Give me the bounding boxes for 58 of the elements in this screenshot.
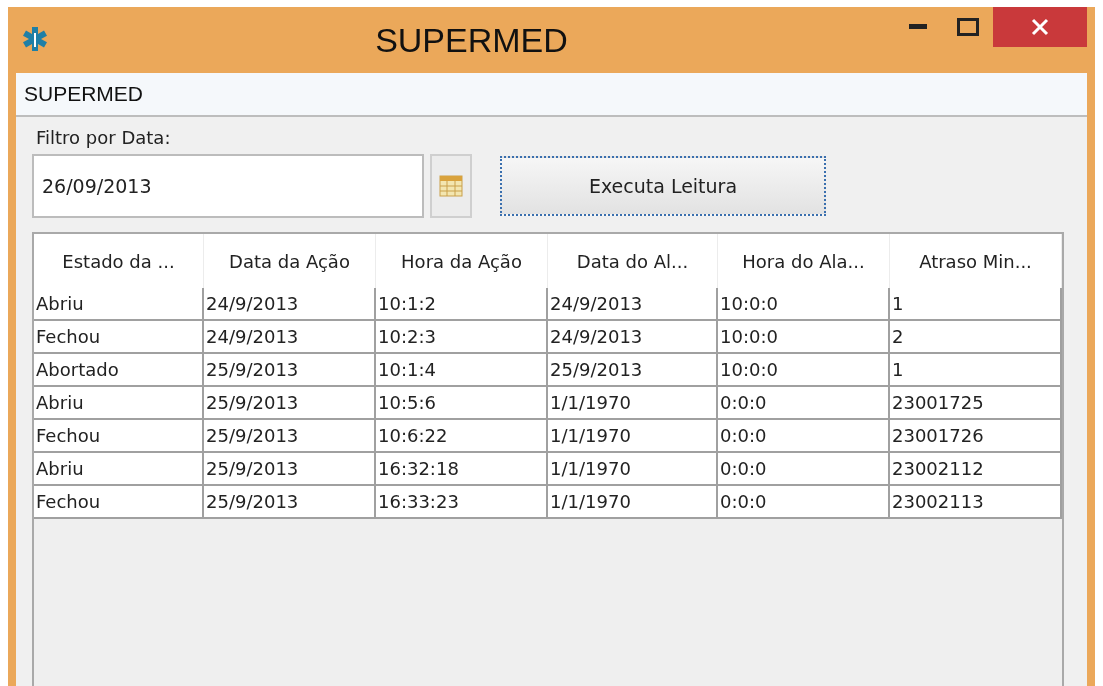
execute-button[interactable]: Executa Leitura — [500, 156, 826, 216]
table-cell: 0:0:0 — [718, 420, 890, 453]
table-cell: 1/1/1970 — [548, 387, 718, 420]
table-cell: 23002113 — [890, 486, 1062, 519]
table-cell: 23002112 — [890, 453, 1062, 486]
table-cell: 24/9/2013 — [204, 288, 376, 321]
table-cell: Abriu — [34, 453, 204, 486]
table-cell: 23001725 — [890, 387, 1062, 420]
table-cell: 10:0:0 — [718, 321, 890, 354]
table-cell: 0:0:0 — [718, 453, 890, 486]
column-header[interactable]: Hora da Ação — [376, 234, 548, 288]
table-cell: 16:33:23 — [376, 486, 548, 519]
column-header[interactable]: Estado da ... — [34, 234, 204, 288]
table-cell: 24/9/2013 — [548, 288, 718, 321]
date-field[interactable]: 26/09/2013 — [32, 154, 424, 218]
table-cell: 25/9/2013 — [204, 486, 376, 519]
table-cell: Abriu — [34, 387, 204, 420]
table-cell: 10:0:0 — [718, 288, 890, 321]
table-cell: 1/1/1970 — [548, 420, 718, 453]
window-title: SUPERMED — [374, 20, 569, 60]
column-header[interactable]: Data da Ação — [204, 234, 376, 288]
table-cell: 25/9/2013 — [204, 453, 376, 486]
table-cell: 10:2:3 — [376, 321, 548, 354]
table-cell: 1/1/1970 — [548, 486, 718, 519]
table-cell: 25/9/2013 — [204, 387, 376, 420]
table-cell: Fechou — [34, 420, 204, 453]
table-cell: Fechou — [34, 486, 204, 519]
table-cell: 1 — [890, 354, 1062, 387]
table-cell: 0:0:0 — [718, 387, 890, 420]
menu-item[interactable]: SUPERMED — [16, 82, 152, 106]
maximize-icon — [957, 18, 979, 36]
table-cell: Abriu — [34, 288, 204, 321]
table-cell: Abortado — [34, 354, 204, 387]
table-cell: 24/9/2013 — [548, 321, 718, 354]
table-cell: 25/9/2013 — [548, 354, 718, 387]
table-cell: 10:1:4 — [376, 354, 548, 387]
table-cell: 23001726 — [890, 420, 1062, 453]
filter-label: Filtro por Data: — [36, 127, 172, 148]
table-cell: 0:0:0 — [718, 486, 890, 519]
table-cell: 10:0:0 — [718, 354, 890, 387]
table-cell: 10:6:22 — [376, 420, 548, 453]
table-cell: 25/9/2013 — [204, 420, 376, 453]
table-cell: 2 — [890, 321, 1062, 354]
table-cell: 10:5:6 — [376, 387, 548, 420]
table-cell: 16:32:18 — [376, 453, 548, 486]
table-cell: 1 — [890, 288, 1062, 321]
close-button[interactable] — [993, 7, 1087, 47]
column-header[interactable]: Data do Al... — [548, 234, 718, 288]
table-cell: 1/1/1970 — [548, 453, 718, 486]
table-cell: 25/9/2013 — [204, 354, 376, 387]
minimize-icon — [909, 24, 927, 30]
table-cell: 10:1:2 — [376, 288, 548, 321]
table-cell: Fechou — [34, 321, 204, 354]
calendar-icon — [439, 175, 463, 197]
close-icon — [1031, 18, 1049, 36]
column-header[interactable]: Atraso Min... — [890, 234, 1062, 288]
column-header[interactable]: Hora do Ala... — [718, 234, 890, 288]
table-cell: 24/9/2013 — [204, 321, 376, 354]
